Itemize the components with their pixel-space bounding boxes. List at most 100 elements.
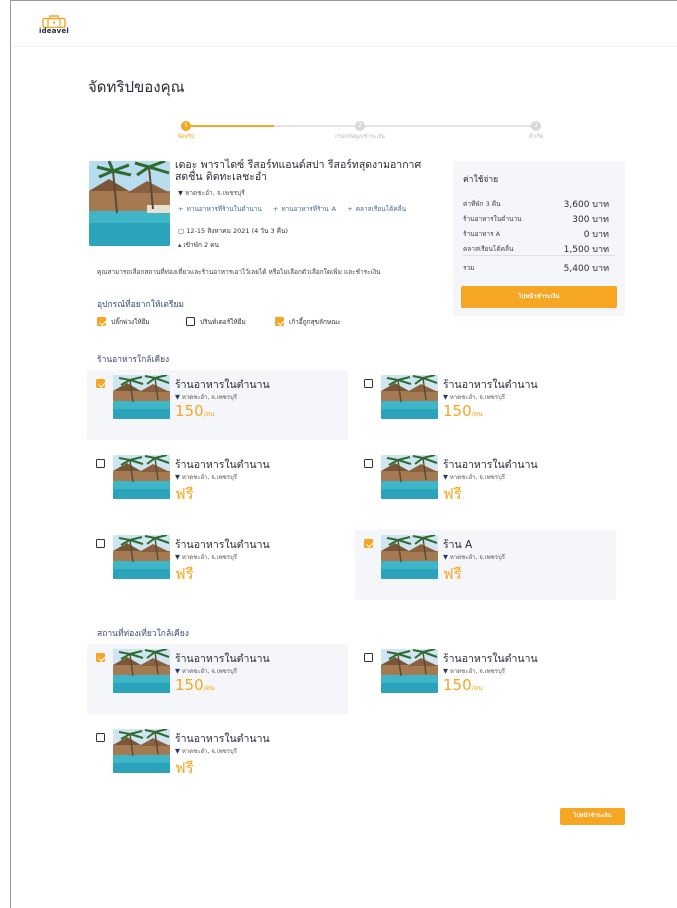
place-price-value: 150 xyxy=(175,402,204,420)
step-1-label: จัดทริป xyxy=(177,134,195,140)
step-1-dot: 1 xyxy=(181,121,191,131)
cost-label: คลาสเรียนโต้คลื่น xyxy=(463,245,514,253)
step-2-label: กรอกข้อมูล/ชำระเงิน xyxy=(335,134,385,140)
logo-text: ideavel xyxy=(39,27,69,35)
step-3-dot: 3 xyxy=(531,121,541,131)
place-card[interactable]: ร้านอาหารในตำนาน ▼ หาดชะอำ, จ.เพชรบุรี ฟ… xyxy=(87,724,348,794)
place-price: ฟรี xyxy=(175,756,194,780)
calendar-icon: ▢ xyxy=(178,227,185,235)
place-thumbnail xyxy=(113,535,170,579)
place-card[interactable]: ร้านอาหารในตำนาน ▼ หาดชะอำ, จ.เพชรบุรี ฟ… xyxy=(87,450,348,520)
checkbox[interactable] xyxy=(96,379,105,388)
place-name: ร้าน A xyxy=(443,539,473,551)
place-price-value: ฟรี xyxy=(175,485,194,503)
addon-item[interactable]: + ทานอาหารที่ร้าน A xyxy=(273,205,336,213)
place-card[interactable]: ร้านอาหารในตำนาน ▼ หาดชะอำ, จ.เพชรบุรี ฟ… xyxy=(87,530,348,600)
checkbox[interactable] xyxy=(96,733,105,742)
attractions-title: สถานที่ท่องเที่ยวใกล้เคียง xyxy=(97,629,189,639)
cost-row: ค่าที่พัก 3 คืน 3,600 บาท xyxy=(463,199,615,210)
addon-item[interactable]: + ทานอาหารที่ร้านในตำนาน xyxy=(178,205,262,213)
location-pin-icon: ▼ xyxy=(175,747,180,755)
location-pin-icon: ▼ xyxy=(443,473,448,481)
place-name: ร้านอาหารในตำนาน xyxy=(175,653,270,665)
place-name: ร้านอาหารในตำนาน xyxy=(443,379,538,391)
equipment-option[interactable]: เก้าอี้ถูกสุขลักษณะ xyxy=(275,317,341,327)
hotel-image xyxy=(89,161,170,246)
hotel-name[interactable]: เดอะ พาราไดซ์ รีสอร์ทแอนด์สปา รีสอร์ทสุด… xyxy=(175,159,425,183)
cost-row: ร้านอาหาร A 0 บาท xyxy=(463,229,615,240)
info-note: คุณสามารถเลือกสถานที่ท่องเที่ยวและร้านอา… xyxy=(97,268,381,276)
place-location: ▼ หาดชะอำ, จ.เพชรบุรี xyxy=(443,472,505,482)
checkbox[interactable] xyxy=(186,317,195,326)
resort-thumbnail-image xyxy=(381,649,438,693)
progress-stepper: 1 2 3 จัดทริป กรอกข้อมูล/ชำระเงิน สำเร็จ xyxy=(151,119,571,143)
place-thumbnail xyxy=(113,729,170,773)
location-pin-icon: ▼ xyxy=(443,553,448,561)
person-icon: ▴ xyxy=(178,241,182,249)
app-frame: ideavel จัดทริปของคุณ 1 2 3 จัดทริป กรอก… xyxy=(10,0,677,908)
cost-title: ค่าใช้จ่าย xyxy=(463,175,499,185)
place-price: ฟรี xyxy=(175,482,194,506)
checkbox[interactable] xyxy=(275,317,284,326)
location-pin-icon: ▼ xyxy=(175,667,180,675)
place-card[interactable]: ร้านอาหารในตำนาน ▼ หาดชะอำ, จ.เพชรบุรี 1… xyxy=(87,644,348,714)
place-card[interactable]: ร้านอาหารในตำนาน ▼ หาดชะอำ, จ.เพชรบุรี 1… xyxy=(355,370,616,440)
place-location-text: หาดชะอำ, จ.เพชรบุรี xyxy=(181,394,237,401)
place-location-text: หาดชะอำ, จ.เพชรบุรี xyxy=(181,748,237,755)
cost-total-label: รวม xyxy=(463,264,475,272)
go-to-payment-button[interactable]: ไปหน้าชำระเงิน xyxy=(461,286,617,308)
stepper-line-active xyxy=(186,125,274,127)
place-location: ▼ หาดชะอำ, จ.เพชรบุรี xyxy=(443,666,505,676)
place-name: ร้านอาหารในตำนาน xyxy=(175,539,270,551)
checkbox[interactable] xyxy=(364,539,373,548)
place-card[interactable]: ร้านอาหารในตำนาน ▼ หาดชะอำ, จ.เพชรบุรี ฟ… xyxy=(355,450,616,520)
cost-total-row: รวม 5,400 บาท xyxy=(463,263,615,274)
place-location-text: หาดชะอำ, จ.เพชรบุรี xyxy=(181,668,237,675)
addon-item[interactable]: + คลาสเรียนโต้คลื่น xyxy=(347,205,406,213)
checkbox[interactable] xyxy=(364,379,373,388)
place-price-value: 150 xyxy=(443,402,472,420)
place-price: 150/คน xyxy=(175,402,215,420)
place-price-unit: /คน xyxy=(203,684,215,692)
equipment-option[interactable]: ปลั๊กพ่วงให้ยืม xyxy=(97,317,150,327)
checkbox[interactable] xyxy=(96,539,105,548)
place-price: ฟรี xyxy=(175,562,194,586)
place-card[interactable]: ร้าน A ▼ หาดชะอำ, จ.เพชรบุรี ฟรี xyxy=(355,530,616,600)
place-location-text: หาดชะอำ, จ.เพชรบุรี xyxy=(181,554,237,561)
checkbox[interactable] xyxy=(96,459,105,468)
place-location-text: หาดชะอำ, จ.เพชรบุรี xyxy=(181,474,237,481)
cost-value: 0 บาท xyxy=(583,230,609,240)
cost-summary: ค่าใช้จ่าย ค่าที่พัก 3 คืน 3,600 บาท ร้าน… xyxy=(453,161,625,316)
place-location: ▼ หาดชะอำ, จ.เพชรบุรี xyxy=(175,472,237,482)
place-price-value: 150 xyxy=(443,676,472,694)
page-title: จัดทริปของคุณ xyxy=(88,78,185,96)
checkbox[interactable] xyxy=(97,317,106,326)
location-pin-icon: ▼ xyxy=(175,473,180,481)
location-pin-icon: ▼ xyxy=(175,553,180,561)
checkbox[interactable] xyxy=(364,653,373,662)
cost-total-value: 5,400 บาท xyxy=(563,264,609,274)
cost-row: คลาสเรียนโต้คลื่น 1,500 บาท xyxy=(463,244,615,255)
equipment-option[interactable]: ปรินท์เตอร์ให้ยืม xyxy=(186,317,246,327)
step-3-label: สำเร็จ xyxy=(528,134,544,140)
cost-label: ร้านอาหารในตำนาน xyxy=(463,215,522,223)
checkbox[interactable] xyxy=(364,459,373,468)
place-thumbnail xyxy=(381,455,438,499)
go-to-payment-bottom-button[interactable]: ไปหน้าชำระเงิน xyxy=(560,808,625,825)
resort-thumbnail-image xyxy=(381,455,438,499)
place-card[interactable]: ร้านอาหารในตำนาน ▼ หาดชะอำ, จ.เพชรบุรี 1… xyxy=(87,370,348,440)
resort-thumbnail-image xyxy=(381,375,438,419)
resort-thumbnail-image xyxy=(381,535,438,579)
resort-thumbnail-image xyxy=(113,729,170,773)
cost-divider xyxy=(463,255,615,256)
place-price-unit: /คน xyxy=(471,410,483,418)
checkbox[interactable] xyxy=(96,653,105,662)
restaurants-title: ร้านอาหารใกล้เคียง xyxy=(97,355,170,365)
hotel-guests: ▴ เข้าพัก 2 คน xyxy=(178,240,219,250)
logo[interactable]: ideavel xyxy=(39,15,69,37)
place-thumbnail xyxy=(113,455,170,499)
place-thumbnail xyxy=(113,375,170,419)
place-card[interactable]: ร้านอาหารในตำนาน ▼ หาดชะอำ, จ.เพชรบุรี 1… xyxy=(355,644,616,714)
location-pin-icon: ▼ xyxy=(175,393,180,401)
place-name: ร้านอาหารในตำนาน xyxy=(175,733,270,745)
